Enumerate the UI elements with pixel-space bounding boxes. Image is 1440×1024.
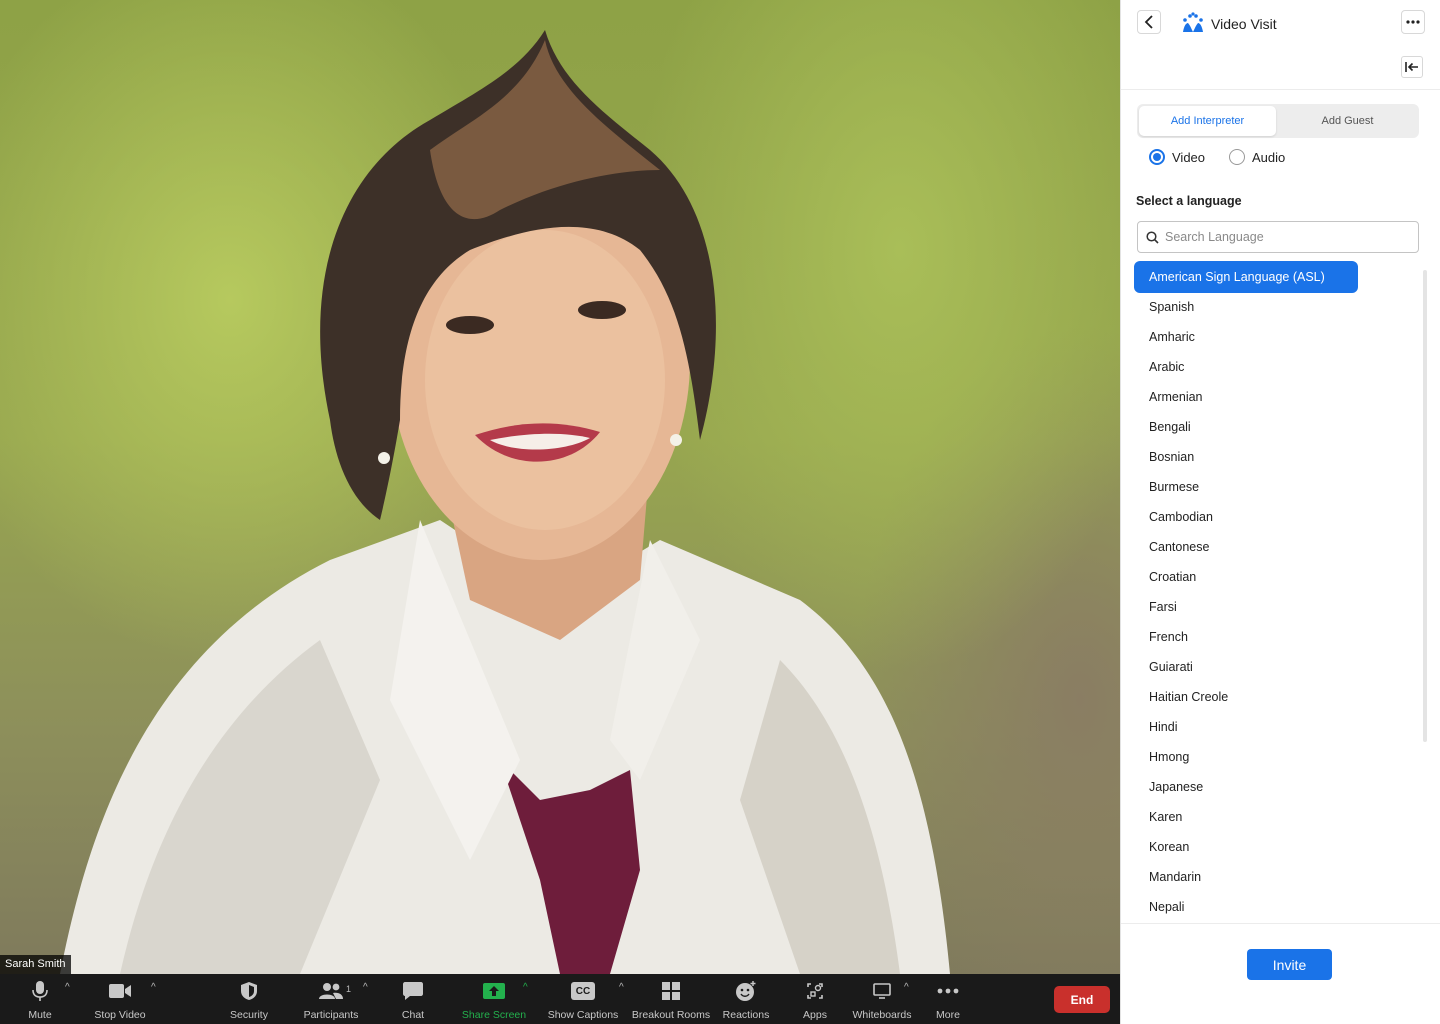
language-list: American Sign Language (ASL) Spanish Amhar…: [1121, 260, 1440, 922]
language-list-scrollbar[interactable]: [1423, 270, 1427, 742]
language-option[interactable]: Amharic: [1149, 322, 1195, 352]
language-option[interactable]: Haitian Creole: [1149, 682, 1228, 712]
panel-more-button[interactable]: [1401, 10, 1425, 34]
panel-header: Video Visit: [1121, 0, 1440, 90]
whiteboards-label: Whiteboards: [852, 1009, 912, 1021]
video-radio[interactable]: [1149, 149, 1165, 165]
language-option[interactable]: Bosnian: [1149, 442, 1194, 472]
ellipsis-icon: [1406, 20, 1420, 24]
participants-count: 1: [346, 984, 352, 994]
whiteboards-options-caret[interactable]: ^: [904, 982, 909, 993]
invite-button[interactable]: Invite: [1247, 949, 1332, 980]
audio-radio[interactable]: [1229, 149, 1245, 165]
health-logo-icon: [1181, 12, 1205, 39]
captions-options-caret[interactable]: ^: [619, 982, 624, 993]
audio-radio-option[interactable]: Audio: [1229, 149, 1285, 165]
language-option[interactable]: Armenian: [1149, 382, 1203, 412]
search-icon: [1146, 230, 1159, 244]
language-option[interactable]: Arabic: [1149, 352, 1184, 382]
share-screen-button[interactable]: Share Screen: [462, 974, 526, 1024]
mute-label: Mute: [28, 1009, 52, 1021]
meeting-toolbar: Mute ^ Stop Video ^ Security Participant…: [0, 974, 1120, 1024]
interpreter-guest-tabs: Add Interpreter Add Guest: [1137, 104, 1419, 138]
show-captions-button[interactable]: CC Show Captions: [546, 974, 620, 1024]
language-option[interactable]: Cantonese: [1149, 532, 1209, 562]
participants-button[interactable]: Participants: [300, 974, 362, 1024]
language-option[interactable]: Guiarati: [1149, 652, 1193, 682]
language-option[interactable]: Karen: [1149, 802, 1182, 832]
apps-button[interactable]: Apps: [795, 974, 835, 1024]
panel-footer: Invite: [1121, 923, 1440, 1024]
language-option[interactable]: Korean: [1149, 832, 1189, 862]
reactions-label: Reactions: [722, 1009, 770, 1021]
participants-label: Participants: [303, 1009, 359, 1021]
stop-video-label: Stop Video: [94, 1009, 146, 1021]
chevron-left-icon: [1144, 15, 1153, 29]
show-captions-label: Show Captions: [547, 1009, 619, 1021]
share-options-caret[interactable]: ^: [523, 982, 528, 993]
chat-label: Chat: [401, 1009, 425, 1021]
audio-options-caret[interactable]: ^: [65, 982, 70, 993]
more-label: More: [936, 1009, 960, 1021]
share-screen-label: Share Screen: [461, 1009, 527, 1021]
microphone-icon: [32, 980, 48, 1002]
collapse-left-icon: [1405, 62, 1418, 72]
security-label: Security: [230, 1009, 268, 1021]
end-meeting-button[interactable]: End: [1054, 986, 1110, 1013]
participant-name-tag: Sarah Smith: [0, 955, 71, 974]
video-visit-app: Sarah Smith Mute ^ Stop Video ^ Security: [0, 0, 1440, 1024]
more-button[interactable]: More: [928, 974, 968, 1024]
apps-icon: [805, 980, 825, 1002]
chat-bubble-icon: [402, 980, 424, 1002]
whiteboard-icon: [872, 980, 892, 1002]
stop-video-button[interactable]: Stop Video: [90, 974, 150, 1024]
closed-captions-icon: CC: [571, 980, 595, 1002]
video-options-caret[interactable]: ^: [151, 982, 156, 993]
language-search-box: [1137, 221, 1419, 253]
back-button[interactable]: [1137, 10, 1161, 34]
language-option[interactable]: Hindi: [1149, 712, 1178, 742]
security-button[interactable]: Security: [222, 974, 276, 1024]
language-option[interactable]: Burmese: [1149, 472, 1199, 502]
share-screen-icon: [482, 980, 506, 1002]
language-option[interactable]: Cambodian: [1149, 502, 1213, 532]
smiley-icon: [735, 980, 757, 1002]
language-option[interactable]: Nepali: [1149, 892, 1184, 922]
language-option[interactable]: Spanish: [1149, 292, 1194, 322]
language-option[interactable]: Farsi: [1149, 592, 1177, 622]
breakout-rooms-icon: [661, 980, 681, 1002]
video-radio-option[interactable]: Video: [1149, 149, 1205, 165]
language-option[interactable]: French: [1149, 622, 1188, 652]
video-radio-label: Video: [1172, 149, 1206, 165]
video-visit-panel: Video Visit Add Interpreter Add Guest Vi…: [1120, 0, 1440, 1024]
language-search-input[interactable]: [1165, 230, 1405, 244]
ellipsis-icon: [937, 980, 959, 1002]
select-language-label: Select a language: [1136, 194, 1242, 208]
mute-button[interactable]: Mute: [18, 974, 62, 1024]
panel-title: Video Visit: [1211, 16, 1277, 32]
apps-label: Apps: [803, 1009, 827, 1021]
chat-button[interactable]: Chat: [390, 974, 436, 1024]
breakout-rooms-label: Breakout Rooms: [631, 1009, 711, 1021]
video-camera-icon: [108, 980, 132, 1002]
collapse-panel-button[interactable]: [1401, 56, 1423, 78]
captions-icon-text: CC: [571, 982, 595, 1000]
tab-add-guest[interactable]: Add Guest: [1278, 106, 1417, 136]
language-option[interactable]: American Sign Language (ASL): [1134, 261, 1358, 293]
language-option[interactable]: Bengali: [1149, 412, 1191, 442]
language-option[interactable]: Mandarin: [1149, 862, 1201, 892]
participants-options-caret[interactable]: ^: [363, 982, 368, 993]
shield-icon: [240, 980, 258, 1002]
participants-icon: [318, 980, 344, 1002]
audio-radio-label: Audio: [1252, 149, 1286, 165]
video-feed: Sarah Smith: [0, 0, 1120, 974]
tab-add-interpreter[interactable]: Add Interpreter: [1139, 106, 1276, 136]
language-option[interactable]: Hmong: [1149, 742, 1189, 772]
reactions-button[interactable]: Reactions: [718, 974, 774, 1024]
participant-video-image: [60, 30, 950, 974]
language-option[interactable]: Japanese: [1149, 772, 1203, 802]
breakout-rooms-button[interactable]: Breakout Rooms: [632, 974, 710, 1024]
language-option[interactable]: Croatian: [1149, 562, 1196, 592]
